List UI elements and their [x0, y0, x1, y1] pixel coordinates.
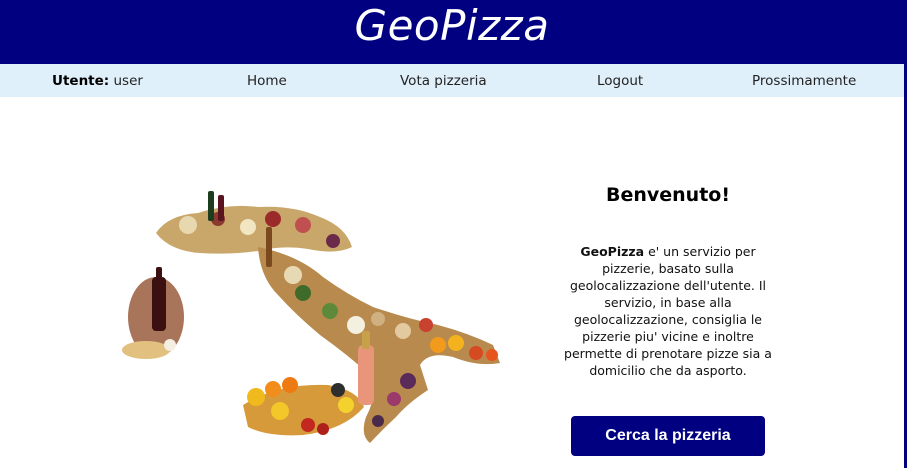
page: GeoPizza Utente: user Home Vota pizzeria…: [0, 0, 907, 468]
nav-user-label: Utente:: [52, 73, 110, 89]
nav-logout-link[interactable]: Logout: [597, 73, 643, 89]
nav-vota-pizzeria-link[interactable]: Vota pizzeria: [400, 73, 487, 89]
welcome-brand: GeoPizza: [580, 244, 645, 259]
welcome-text: e' un servizio per pizzerie, basato sull…: [564, 244, 772, 378]
nav-user: Utente: user: [52, 73, 143, 89]
nav-prossimamente-link[interactable]: Prossimamente: [752, 73, 856, 89]
welcome-description: GeoPizza e' un servizio per pizzerie, ba…: [553, 243, 783, 379]
nav-user-name: user: [113, 73, 143, 89]
app-header: GeoPizza: [0, 0, 904, 64]
nav-home-link[interactable]: Home: [247, 73, 287, 89]
italy-food-map-image: [108, 185, 508, 460]
search-pizzeria-button[interactable]: Cerca la pizzeria: [571, 416, 765, 456]
nav-bar: Utente: user Home Vota pizzeria Logout P…: [0, 64, 904, 97]
app-title: GeoPizza: [354, 1, 550, 50]
welcome-title: Benvenuto!: [605, 184, 731, 206]
